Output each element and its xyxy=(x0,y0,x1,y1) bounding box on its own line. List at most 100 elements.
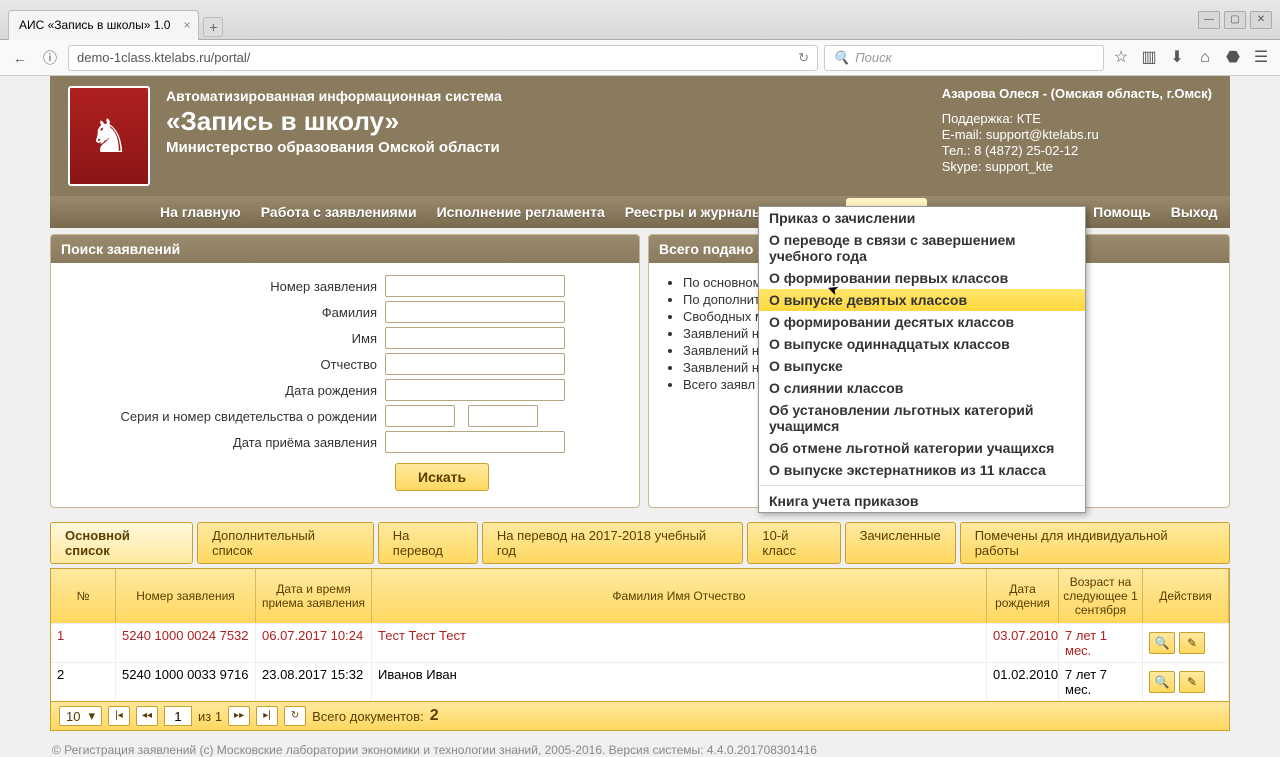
chevron-down-icon: ▾ xyxy=(88,708,95,724)
tab-title: АИС «Запись в школы» 1.0 xyxy=(19,18,170,32)
input-cert-series[interactable] xyxy=(385,405,455,427)
input-application-date[interactable] xyxy=(385,431,565,453)
menu-icon[interactable]: ☰ xyxy=(1250,47,1272,69)
search-panel: Поиск заявлений Номер заявления Фамилия … xyxy=(50,234,640,508)
pager: 10 ▾ |◂ ◂◂ из 1 ▸▸ ▸| ↻ Всего документов:… xyxy=(50,702,1230,731)
th-n: № xyxy=(51,569,116,623)
pager-last-button[interactable]: ▸| xyxy=(256,706,278,726)
menu-item-9[interactable]: Выход xyxy=(1161,198,1228,226)
pager-of: из 1 xyxy=(198,709,222,724)
menu-item-8[interactable]: Помощь xyxy=(1083,198,1161,226)
tab-0[interactable]: Основной список xyxy=(50,522,193,564)
menu-item-0[interactable]: На главную xyxy=(150,198,251,226)
refresh-icon[interactable]: ↻ xyxy=(798,50,809,66)
dropdown-item-2[interactable]: О формировании первых классов xyxy=(759,267,1085,289)
table-header: № Номер заявления Дата и время приема за… xyxy=(51,569,1229,623)
dropdown-item-3[interactable]: О выпуске девятых классов xyxy=(759,289,1085,311)
menu-item-1[interactable]: Работа с заявлениями xyxy=(251,198,427,226)
tab-5[interactable]: Зачисленные xyxy=(845,522,956,564)
pager-total: 2 xyxy=(430,707,439,725)
footer-text: © Регистрация заявлений (с) Московские л… xyxy=(50,743,1230,757)
url-input[interactable]: demo-1class.ktelabs.ru/portal/ ↻ xyxy=(68,45,818,71)
info-icon[interactable]: ⓘ xyxy=(38,46,62,70)
cell-n: 2 xyxy=(51,663,116,701)
table-row[interactable]: 15240 1000 0024 753206.07.2017 10:24Тест… xyxy=(51,623,1229,662)
tab-2[interactable]: На перевод xyxy=(378,522,478,564)
skype-value: support_kte xyxy=(985,159,1053,174)
dropdown-item-6[interactable]: О выпуске xyxy=(759,355,1085,377)
tab-3[interactable]: На перевод на 2017-2018 учебный год xyxy=(482,522,743,564)
pager-next-button[interactable]: ▸▸ xyxy=(228,706,250,726)
tab-1[interactable]: Дополнительный список xyxy=(197,522,374,564)
dropdown-item-7[interactable]: О слиянии классов xyxy=(759,377,1085,399)
skype-label: Skype: xyxy=(942,159,982,174)
tab-6[interactable]: Помечены для индивидуальной работы xyxy=(960,522,1230,564)
view-button[interactable]: 🔍 xyxy=(1149,671,1175,693)
menu-item-3[interactable]: Реестры и журналы xyxy=(615,198,774,226)
input-patronymic[interactable] xyxy=(385,353,565,375)
cell-dob: 03.07.2010 xyxy=(987,624,1059,662)
label-dob: Дата рождения xyxy=(65,383,385,398)
input-application-number[interactable] xyxy=(385,275,565,297)
input-dob[interactable] xyxy=(385,379,565,401)
th-date: Дата и время приема заявления xyxy=(256,569,372,623)
minimize-icon[interactable]: — xyxy=(1198,11,1220,29)
label-name: Имя xyxy=(65,331,385,346)
home-icon[interactable]: ⌂ xyxy=(1194,47,1216,69)
download-icon[interactable]: ⬇ xyxy=(1166,47,1188,69)
dropdown-item-10[interactable]: О выпуске экстернатников из 11 класса xyxy=(759,459,1085,481)
pocket-icon[interactable]: ⬣ xyxy=(1222,47,1244,69)
back-icon[interactable]: ← xyxy=(8,46,32,70)
pager-total-label: Всего документов: xyxy=(312,709,424,724)
new-tab-button[interactable]: + xyxy=(203,17,223,37)
edit-button[interactable]: ✎ xyxy=(1179,671,1205,693)
library-icon[interactable]: ▥ xyxy=(1138,47,1160,69)
page-size-value: 10 xyxy=(66,709,80,724)
tab-4[interactable]: 10-й класс xyxy=(747,522,840,564)
cell-age: 7 лет 7 мес. xyxy=(1059,663,1143,701)
label-cert: Серия и номер свидетельства о рождении xyxy=(65,409,385,424)
input-cert-number[interactable] xyxy=(468,405,538,427)
header-line2: «Запись в школу» xyxy=(166,106,502,137)
input-firstname[interactable] xyxy=(385,327,565,349)
support-label: Поддержка: КТЕ xyxy=(942,111,1212,126)
page-header: ♞ Автоматизированная информационная сист… xyxy=(50,76,1230,196)
menu-item-2[interactable]: Исполнение регламента xyxy=(427,198,615,226)
orders-dropdown: Приказ о зачисленииО переводе в связи с … xyxy=(758,206,1086,513)
dropdown-item-5[interactable]: О выпуске одиннадцатых классов xyxy=(759,333,1085,355)
applications-table: № Номер заявления Дата и время приема за… xyxy=(50,568,1230,702)
dropdown-item-12[interactable]: Книга учета приказов xyxy=(759,490,1085,512)
maximize-icon[interactable]: ▢ xyxy=(1224,11,1246,29)
cell-num: 5240 1000 0024 7532 xyxy=(116,624,256,662)
close-icon[interactable]: × xyxy=(183,18,190,32)
dropdown-item-8[interactable]: Об установлении льготных категорий учащи… xyxy=(759,399,1085,437)
dropdown-item-0[interactable]: Приказ о зачислении xyxy=(759,207,1085,229)
cell-fio: Иванов Иван xyxy=(372,663,987,701)
pager-first-button[interactable]: |◂ xyxy=(108,706,130,726)
browser-search-input[interactable]: 🔍 Поиск xyxy=(824,45,1104,71)
cell-num: 5240 1000 0033 9716 xyxy=(116,663,256,701)
star-icon[interactable]: ☆ xyxy=(1110,47,1132,69)
page-size-select[interactable]: 10 ▾ xyxy=(59,706,102,726)
cell-dob: 01.02.2010 xyxy=(987,663,1059,701)
dropdown-item-4[interactable]: О формировании десятых классов xyxy=(759,311,1085,333)
dropdown-item-1[interactable]: О переводе в связи с завершением учебног… xyxy=(759,229,1085,267)
search-icon: 🔍 xyxy=(833,50,849,66)
close-window-icon[interactable]: ✕ xyxy=(1250,11,1272,29)
tel-value: 8 (4872) 25-02-12 xyxy=(974,143,1078,158)
dropdown-item-9[interactable]: Об отмене льготной категории учащихся xyxy=(759,437,1085,459)
result-tabs: Основной списокДополнительный списокНа п… xyxy=(50,522,1230,564)
pager-page-input[interactable] xyxy=(164,706,192,726)
pager-prev-button[interactable]: ◂◂ xyxy=(136,706,158,726)
table-row[interactable]: 25240 1000 0033 971623.08.2017 15:32Иван… xyxy=(51,662,1229,701)
edit-button[interactable]: ✎ xyxy=(1179,632,1205,654)
input-lastname[interactable] xyxy=(385,301,565,323)
th-age: Возраст на следующее 1 сентября xyxy=(1059,569,1143,623)
email-value[interactable]: support@ktelabs.ru xyxy=(986,127,1099,142)
pager-refresh-button[interactable]: ↻ xyxy=(284,706,306,726)
view-button[interactable]: 🔍 xyxy=(1149,632,1175,654)
search-button[interactable]: Искать xyxy=(395,463,489,491)
browser-tab[interactable]: АИС «Запись в школы» 1.0 × xyxy=(8,10,199,40)
label-num: Номер заявления xyxy=(65,279,385,294)
header-line1: Автоматизированная информационная систем… xyxy=(166,88,502,104)
